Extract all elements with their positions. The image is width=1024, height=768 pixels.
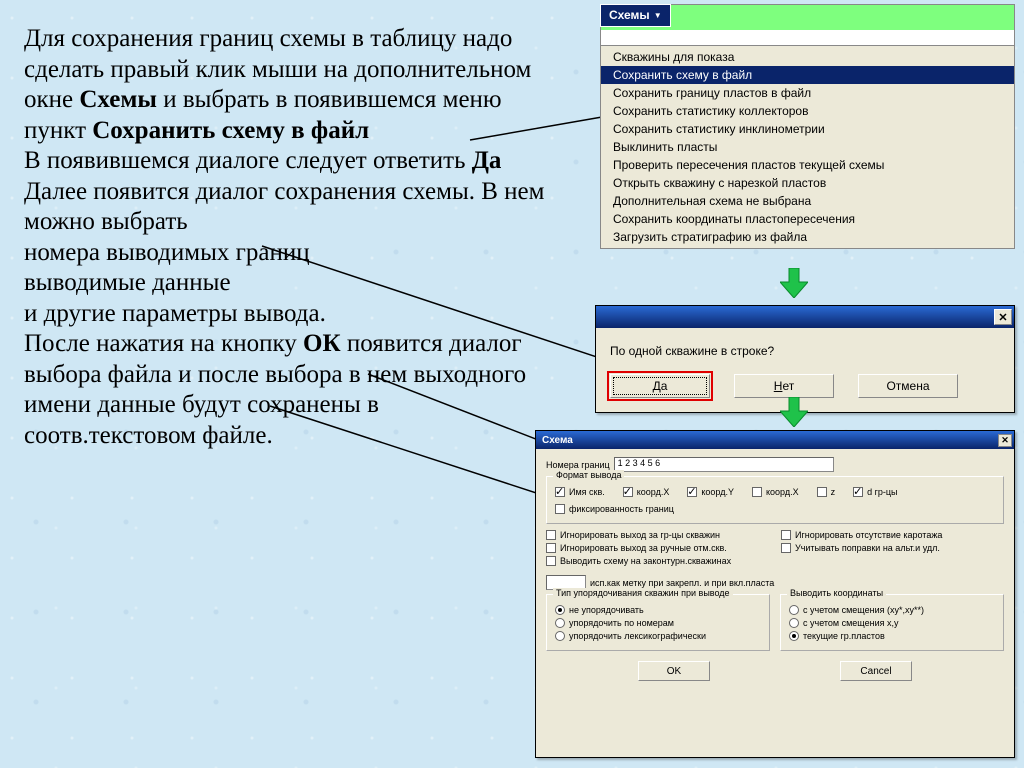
- menu-item[interactable]: Сохранить статистику коллекторов: [601, 102, 1014, 120]
- chevron-down-icon: ▼: [654, 11, 662, 20]
- radio[interactable]: [555, 631, 565, 641]
- ok-button[interactable]: OK: [638, 661, 710, 681]
- checkbox[interactable]: [546, 543, 556, 553]
- menu-item[interactable]: Проверить пересечения пластов текущей сх…: [601, 156, 1014, 174]
- save-scheme-dialog: Схема ✕ Номера границ 1 2 3 4 5 6 Формат…: [535, 430, 1015, 758]
- group-label: Тип упорядочивания скважин при выводе: [553, 588, 733, 598]
- menu-item-selected[interactable]: Сохранить схему в файл: [601, 66, 1014, 84]
- close-button[interactable]: ✕: [998, 434, 1012, 447]
- checkbox[interactable]: [687, 487, 697, 497]
- checkbox[interactable]: [781, 543, 791, 553]
- checkbox[interactable]: [555, 504, 565, 514]
- radio[interactable]: [555, 605, 565, 615]
- borders-number-input[interactable]: 1 2 3 4 5 6: [614, 457, 834, 472]
- checkbox[interactable]: [853, 487, 863, 497]
- checkbox[interactable]: [781, 530, 791, 540]
- dialog-titlebar: Схема ✕: [536, 431, 1014, 449]
- sort-group: Тип упорядочивания скважин при выводе не…: [546, 594, 770, 651]
- context-menu-panel: Схемы▼ Скважины для показа Сохранить схе…: [600, 4, 1015, 249]
- yes-label-rest: а: [661, 379, 668, 393]
- panel1-input-row[interactable]: [600, 30, 1015, 46]
- checkbox[interactable]: [623, 487, 633, 497]
- group-label: Выводить координаты: [787, 588, 886, 598]
- radio[interactable]: [789, 618, 799, 628]
- checkbox[interactable]: [546, 530, 556, 540]
- group-label: Формат вывода: [553, 470, 624, 480]
- no-button[interactable]: Нет: [734, 374, 834, 398]
- menu-item[interactable]: Открыть скважину с нарезкой пластов: [601, 174, 1014, 192]
- menu-item[interactable]: Скважины для показа: [601, 48, 1014, 66]
- radio[interactable]: [789, 605, 799, 615]
- menu-item[interactable]: Дополнительная схема не выбрана: [601, 192, 1014, 210]
- coord-group: Выводить координаты с учетом смещения (x…: [780, 594, 1004, 651]
- output-format-group: Формат вывода Имя скв. коорд.X коорд.Y к…: [546, 476, 1004, 524]
- confirm-titlebar: ✕: [596, 306, 1014, 328]
- checkbox[interactable]: [555, 487, 565, 497]
- flow-arrow-icon: [780, 268, 808, 298]
- context-menu: Скважины для показа Сохранить схему в фа…: [600, 46, 1015, 249]
- menu-item[interactable]: Загрузить стратиграфию из файла: [601, 228, 1014, 246]
- checkbox[interactable]: [817, 487, 827, 497]
- menu-item[interactable]: Сохранить координаты пластопересечения: [601, 210, 1014, 228]
- checkbox[interactable]: [546, 556, 556, 566]
- confirm-question: По одной скважине в строке?: [596, 328, 1014, 368]
- checkbox[interactable]: [752, 487, 762, 497]
- radio[interactable]: [789, 631, 799, 641]
- mark-note: исп.как метку при закрепл. и при вкл.пла…: [590, 578, 774, 588]
- cancel-button[interactable]: Отмена: [858, 374, 958, 398]
- borders-number-label: Номера границ: [546, 460, 610, 470]
- radio[interactable]: [555, 618, 565, 628]
- close-button[interactable]: ✕: [994, 309, 1012, 325]
- menu-item[interactable]: Сохранить статистику инклинометрии: [601, 120, 1014, 138]
- cancel-button[interactable]: Cancel: [840, 661, 912, 681]
- flow-arrow-icon: [780, 397, 808, 427]
- instructions-text: Для сохранения границ схемы в таблицу на…: [24, 24, 554, 451]
- menu-item[interactable]: Сохранить границу пластов в файл: [601, 84, 1014, 102]
- schemes-dropdown-button[interactable]: Схемы▼: [600, 4, 671, 27]
- menu-item[interactable]: Выклинить пласты: [601, 138, 1014, 156]
- dialog-title: Схема: [542, 435, 573, 446]
- yes-button[interactable]: Да: [610, 374, 710, 398]
